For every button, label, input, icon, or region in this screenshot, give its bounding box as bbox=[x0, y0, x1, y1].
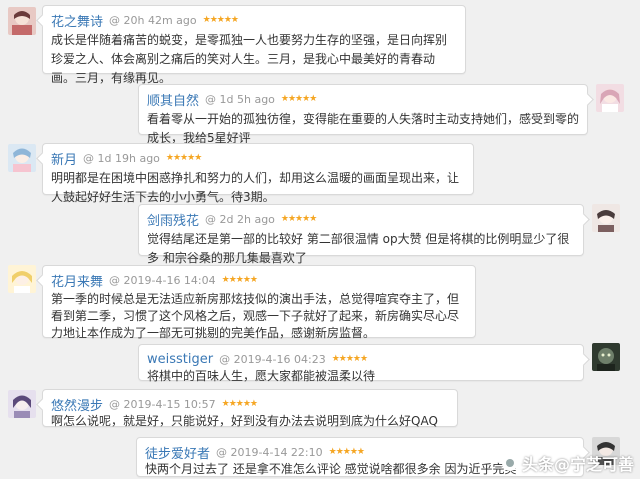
comment-text: 觉得结尾还是第一部的比较好 第二部很温情 op大赞 但是将棋的比例明显少了很多 … bbox=[147, 232, 570, 265]
username[interactable]: 新月 bbox=[51, 149, 77, 168]
rating-stars: ★★★★★ bbox=[328, 447, 365, 457]
comment-text: 将棋中的百味人生，愿大家都能被温柔以待 bbox=[147, 369, 376, 383]
rating-stars: ★★★★★ bbox=[331, 354, 368, 364]
rating-stars: ★★★★★ bbox=[280, 214, 317, 224]
username[interactable]: 悠然漫步 bbox=[51, 395, 103, 414]
comment-text: 啊怎么说呢，就是好，只能说好，好到没有办法去说明到底为什么好QAQ bbox=[51, 414, 438, 428]
avatar[interactable] bbox=[8, 7, 36, 35]
avatar[interactable] bbox=[592, 343, 620, 371]
comment-card: 花之舞诗 @ 20h 42m ago ★★★★★ 成长是伴随着痛苦的蜕变，是零孤… bbox=[42, 5, 466, 85]
username[interactable]: weisstiger bbox=[147, 352, 213, 367]
timestamp: @ 2d 2h ago bbox=[205, 212, 275, 226]
rating-stars: ★★★★★ bbox=[221, 399, 258, 409]
comment-card: 顺其自然 @ 1d 5h ago ★★★★★ 看着零从一开始的孤独彷徨，变得能在… bbox=[138, 84, 588, 145]
timestamp: @ 2019-4-16 04:23 bbox=[219, 352, 326, 366]
comment-card: 新月 @ 1d 19h ago ★★★★★ 明明都是在困境中困惑挣扎和努力的人们… bbox=[42, 143, 474, 204]
rating-stars: ★★★★★ bbox=[280, 94, 317, 104]
username[interactable]: 徒步爱好者 bbox=[145, 443, 210, 462]
username[interactable]: 顺其自然 bbox=[147, 90, 199, 109]
username[interactable]: 剑雨残花 bbox=[147, 210, 199, 229]
timestamp: @ 1d 19h ago bbox=[83, 151, 160, 165]
timestamp: @ 1d 5h ago bbox=[205, 92, 275, 106]
comment-card: 剑雨残花 @ 2d 2h ago ★★★★★ 觉得结尾还是第一部的比较好 第二部… bbox=[138, 204, 584, 265]
rating-stars: ★★★★★ bbox=[165, 153, 202, 163]
timestamp: @ 2019-4-16 14:04 bbox=[109, 273, 216, 287]
rating-stars: ★★★★★ bbox=[202, 15, 239, 25]
timestamp: @ 20h 42m ago bbox=[109, 13, 197, 27]
comment-text: 第一季的时候总是无法适应新房那炫技似的演出手法，总觉得喧宾夺主了，但看到第二季，… bbox=[51, 292, 460, 340]
timestamp: @ 2019-4-15 10:57 bbox=[109, 397, 216, 411]
avatar[interactable] bbox=[8, 144, 36, 172]
avatar[interactable] bbox=[8, 265, 36, 293]
rating-stars: ★★★★★ bbox=[221, 275, 258, 285]
comment-text: 成长是伴随着痛苦的蜕变，是零孤独一人也要努力生存的坚强，是日向挥别珍爱之人、体会… bbox=[51, 33, 448, 85]
comment-text: 明明都是在困境中困惑挣扎和努力的人们，却用这么温暖的画面呈现出来，让人鼓起好好生… bbox=[51, 171, 460, 204]
comment-card: 花月来舞 @ 2019-4-16 14:04 ★★★★★ 第一季的时候总是无法适… bbox=[42, 265, 476, 340]
username[interactable]: 花月来舞 bbox=[51, 271, 103, 290]
avatar[interactable] bbox=[596, 84, 624, 112]
watermark-logo-icon bbox=[501, 455, 518, 471]
username[interactable]: 花之舞诗 bbox=[51, 11, 103, 30]
timestamp: @ 2019-4-14 22:10 bbox=[216, 445, 323, 459]
comment-card: 悠然漫步 @ 2019-4-15 10:57 ★★★★★ 啊怎么说呢，就是好，只… bbox=[42, 389, 458, 428]
watermark: 头条@宁芝可善 bbox=[501, 451, 634, 475]
watermark-text: 头条@宁芝可善 bbox=[521, 455, 634, 474]
avatar[interactable] bbox=[8, 390, 36, 418]
comment-card: weisstiger @ 2019-4-16 04:23 ★★★★★ 将棋中的百… bbox=[138, 344, 584, 383]
avatar[interactable] bbox=[592, 204, 620, 232]
